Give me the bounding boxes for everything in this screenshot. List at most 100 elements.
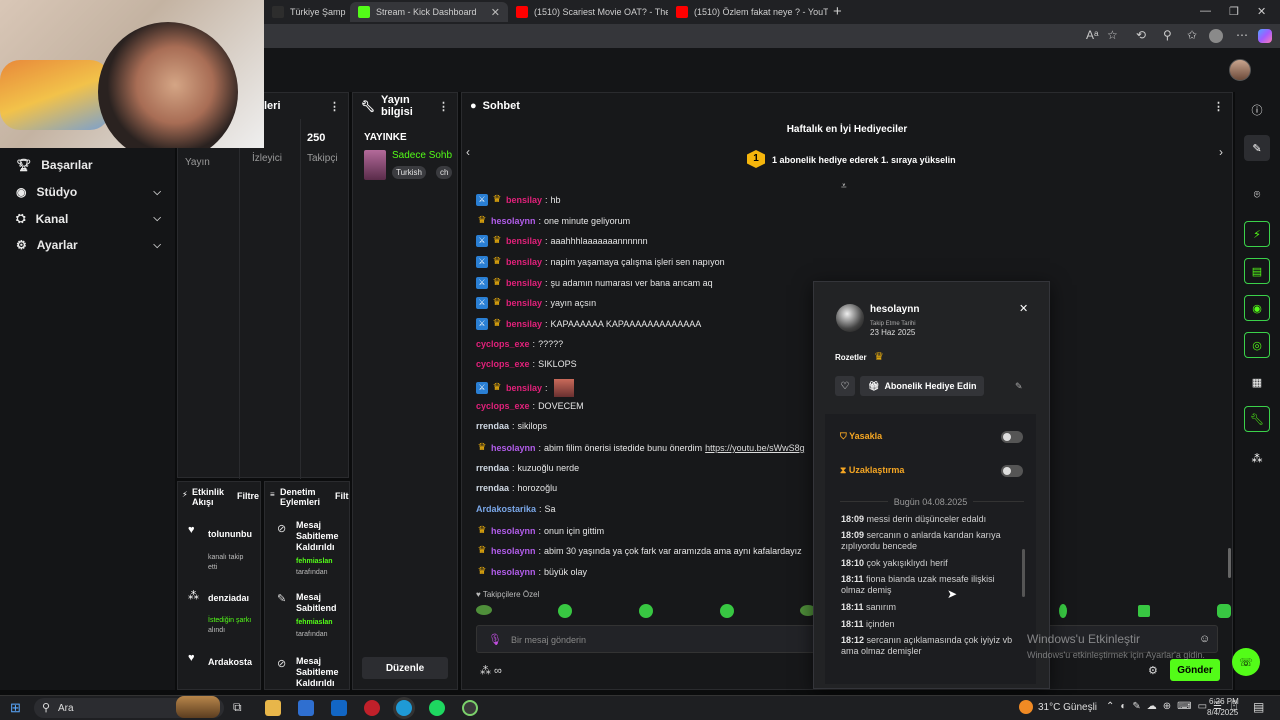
bolt-icon[interactable]: ⚡︎ [1244, 221, 1270, 247]
spotify-icon[interactable] [429, 700, 445, 716]
more-icon[interactable]: ⋮ [329, 100, 340, 113]
favorites-icon[interactable]: ✩ [1187, 28, 1197, 42]
emote[interactable] [1059, 604, 1067, 618]
store-icon[interactable] [298, 700, 314, 716]
chat-username[interactable]: Ardakostarika [476, 504, 536, 514]
tab-3[interactable]: (1510) Scariest Movie OAT? - The ✕ [508, 2, 668, 22]
more-icon[interactable]: ⋮ [1213, 100, 1224, 113]
extensions-icon[interactable]: ⚲ [1163, 28, 1172, 42]
close-icon[interactable]: ✕ [1019, 302, 1028, 315]
copilot-icon[interactable] [1258, 29, 1272, 43]
chat-username[interactable]: hesolaynn [491, 567, 536, 577]
chat-username[interactable]: hesolaynn [491, 443, 536, 453]
emoji-icon[interactable]: ☺ [1199, 633, 1210, 645]
wrench-icon[interactable]: 🔧︎ [1244, 406, 1270, 432]
chat-username[interactable]: cyclops_exe [476, 359, 530, 369]
chat-username[interactable]: cyclops_exe [476, 339, 530, 349]
notification-icon[interactable]: ▤ [1253, 700, 1264, 714]
microphone-icon[interactable]: 🎙︎ [488, 633, 502, 646]
file-explorer-icon[interactable] [265, 700, 281, 716]
broadcast-icon[interactable]: ◎ [1244, 332, 1270, 358]
tab-4[interactable]: (1510) Özlem fakat neye ? - YouTu ✕ [668, 2, 828, 22]
chat-icon[interactable]: ◉ [1244, 295, 1270, 321]
nodes-icon[interactable]: ⁂ [1244, 445, 1270, 471]
pencil-icon[interactable]: ✎ [1244, 135, 1270, 161]
tag-turkish[interactable]: Turkish [392, 166, 426, 179]
clock-time[interactable]: 6:26 PM [1209, 697, 1239, 706]
tab-1[interactable]: Türkiye Şampiyo ✕ [264, 2, 346, 22]
emote[interactable] [1138, 605, 1150, 617]
more-icon[interactable]: ⋯ [1236, 28, 1248, 42]
profile-icon[interactable] [1209, 29, 1223, 43]
info-icon[interactable]: ⓘ [1244, 97, 1270, 123]
sidebar-item-achievements[interactable]: 🏆︎ Başarılar [16, 158, 161, 172]
chat-username[interactable]: hesolaynn [491, 216, 536, 226]
emote[interactable] [1217, 604, 1231, 618]
chat-username[interactable]: rrendaa [476, 421, 509, 431]
edge-icon[interactable] [396, 700, 412, 716]
more-icon[interactable]: ⋮ [438, 100, 449, 113]
chat-username[interactable]: cyclops_exe [476, 401, 530, 411]
close-window-icon[interactable]: ✕ [1257, 5, 1266, 18]
chat-settings-icon[interactable]: ⚙ [1148, 664, 1158, 677]
camera-icon[interactable]: ⌾ [1244, 182, 1270, 208]
windows-start-icon[interactable]: ⊞ [10, 700, 21, 716]
new-tab-button[interactable]: + [833, 3, 842, 20]
timeout-toggle[interactable] [1001, 465, 1023, 477]
sidebar-item-channel[interactable]: ⛭ Kanal ⌵ [16, 211, 161, 226]
chat-username[interactable]: rrendaa [476, 463, 509, 473]
chat-username[interactable]: bensilay [506, 257, 542, 267]
extension-icon[interactable]: ⟲ [1136, 28, 1146, 42]
avatar[interactable] [1229, 59, 1251, 81]
pin-expand-icon[interactable]: ⩡ [841, 181, 847, 192]
chat-username[interactable]: hesolaynn [491, 526, 536, 536]
weather-text[interactable]: 31°C Güneşli [1038, 702, 1097, 713]
chat-username[interactable]: bensilay [506, 298, 542, 308]
chat-scrollbar[interactable] [1228, 548, 1231, 578]
minimize-icon[interactable]: — [1200, 5, 1211, 17]
sidebar-item-studio[interactable]: ◉ Stüdyo ⌵ [16, 185, 161, 199]
notes-icon[interactable]: ▤ [1244, 258, 1270, 284]
chat-username[interactable]: bensilay [506, 319, 542, 329]
tab-2[interactable]: Stream - Kick Dashboard ✕ [350, 2, 508, 22]
restore-icon[interactable]: ❐ [1229, 5, 1239, 18]
pinned-actions-icon[interactable]: ⁂ ∞ [480, 664, 502, 677]
chat-link[interactable]: https://youtu.be/sWwS8g [705, 443, 805, 453]
chat-username[interactable]: hesolaynn [491, 546, 536, 556]
tag-chat[interactable]: ch [436, 166, 453, 179]
clock-date[interactable]: 8/4/2025 [1207, 708, 1238, 717]
log-scrollbar[interactable] [1022, 549, 1025, 597]
chat-username[interactable]: bensilay [506, 383, 542, 393]
filter-button[interactable]: Filt [335, 491, 349, 501]
chevron-left-icon[interactable]: ‹ [466, 145, 470, 159]
heart-button[interactable]: ♡ [835, 376, 855, 396]
star-icon[interactable]: ☆ [1107, 28, 1118, 42]
emote[interactable] [720, 604, 734, 618]
read-aloud-icon[interactable]: Aᵃ [1086, 28, 1098, 42]
chat-username[interactable]: bensilay [506, 236, 542, 246]
outlook-icon[interactable] [331, 700, 347, 716]
mod-suffix: tarafından [296, 569, 328, 576]
chat-username[interactable]: bensilay [506, 278, 542, 288]
edit-button[interactable]: Düzenle [362, 657, 448, 679]
chat-username[interactable]: rrendaa [476, 483, 509, 493]
chat-username[interactable]: bensilay [506, 195, 542, 205]
sidebar-item-settings[interactable]: ⚙ Ayarlar ⌵ [16, 238, 161, 252]
close-icon[interactable]: ✕ [491, 6, 500, 19]
chevron-right-icon[interactable]: › [1219, 145, 1223, 159]
task-view-icon[interactable]: ⧉ [233, 700, 242, 715]
emote[interactable] [553, 379, 574, 397]
ban-toggle[interactable] [1001, 431, 1023, 443]
filter-button[interactable]: Filtre [237, 491, 259, 501]
opera-icon[interactable] [364, 700, 380, 716]
layout-icon[interactable]: ▦ [1244, 369, 1270, 395]
send-button[interactable]: Gönder [1170, 659, 1220, 681]
emote[interactable] [558, 604, 572, 618]
mention-icon[interactable]: ✎ [1015, 381, 1023, 392]
gift-sub-button[interactable]: 🎁︎ Abonelik Hediye Edin [860, 376, 984, 396]
search-box[interactable]: ⚲ Ara [34, 696, 224, 718]
emote[interactable] [639, 604, 653, 618]
help-chat-button[interactable]: ☏ [1232, 648, 1260, 676]
obs-icon[interactable] [462, 700, 478, 716]
emote[interactable] [476, 605, 492, 615]
